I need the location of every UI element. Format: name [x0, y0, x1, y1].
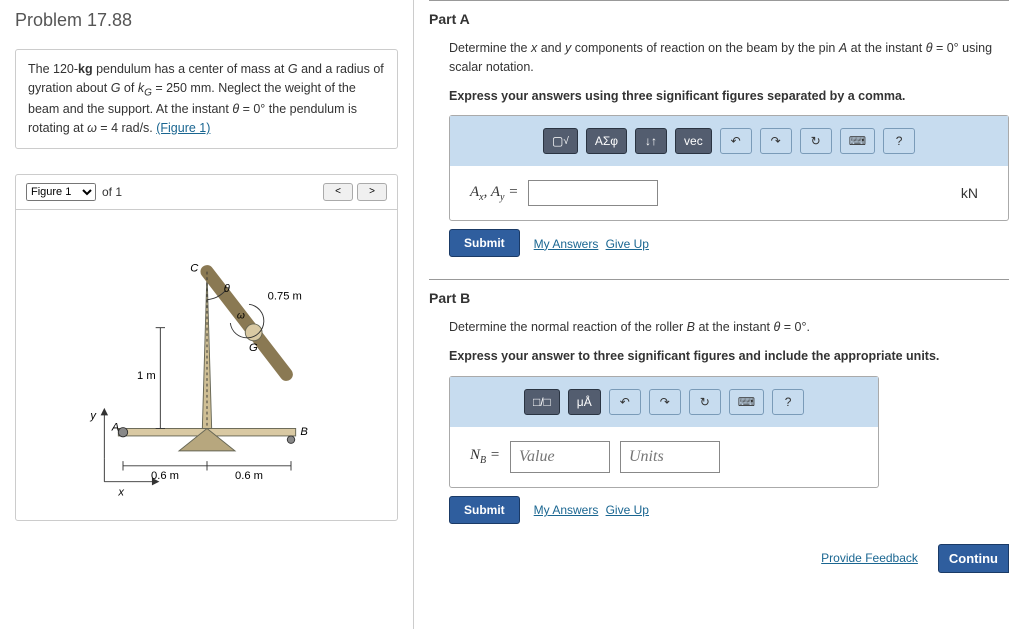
figure-diagram: y x A B: [67, 225, 347, 505]
keyboard-icon[interactable]: ⌨: [840, 128, 875, 154]
undo-icon[interactable]: ↶: [609, 389, 641, 415]
part-a-instruction: Express your answers using three signifi…: [429, 87, 1009, 106]
provide-feedback-link[interactable]: Provide Feedback: [821, 551, 918, 565]
figure-link[interactable]: (Figure 1): [156, 121, 210, 135]
help-icon[interactable]: ?: [772, 389, 804, 415]
part-a-toolbar: ▢√ ΑΣφ ↓↑ vec ↶ ↷ ↻ ⌨ ?: [450, 116, 1008, 166]
figure-prev-button[interactable]: <: [323, 183, 353, 201]
svg-text:B: B: [300, 426, 308, 438]
svg-text:0.6 m: 0.6 m: [151, 470, 179, 482]
continue-button[interactable]: Continu: [938, 544, 1009, 573]
part-b-var-label: NB =: [470, 447, 500, 466]
svg-text:x: x: [117, 486, 124, 498]
part-a-submit-button[interactable]: Submit: [449, 229, 520, 257]
part-a-prompt: Determine the x and y components of reac…: [429, 39, 1009, 77]
tool-vec-icon[interactable]: vec: [675, 128, 712, 154]
part-b-value-input[interactable]: [510, 441, 610, 473]
svg-text:y: y: [89, 410, 97, 422]
tool-units-icon[interactable]: μÅ: [568, 389, 601, 415]
my-answers-link[interactable]: My Answers: [534, 237, 599, 251]
svg-text:θ: θ: [223, 283, 229, 295]
figure-selector[interactable]: Figure 1: [26, 183, 96, 201]
part-b-instruction: Express your answer to three significant…: [429, 347, 1009, 366]
part-a-answer-panel: ▢√ ΑΣφ ↓↑ vec ↶ ↷ ↻ ⌨ ? Ax, Ay = kN: [449, 115, 1009, 221]
give-up-link[interactable]: Give Up: [606, 237, 649, 251]
svg-text:0.75 m: 0.75 m: [267, 290, 301, 302]
svg-text:ω: ω: [236, 310, 244, 321]
part-a-input[interactable]: [528, 180, 658, 206]
svg-text:A: A: [110, 421, 118, 433]
part-b-answer-panel: □/□ μÅ ↶ ↷ ↻ ⌨ ? NB =: [449, 376, 879, 488]
redo-icon[interactable]: ↷: [649, 389, 681, 415]
undo-icon[interactable]: ↶: [720, 128, 752, 154]
tool-fraction-icon[interactable]: □/□: [524, 389, 560, 415]
tool-greek-icon[interactable]: ΑΣφ: [586, 128, 627, 154]
reset-icon[interactable]: ↻: [689, 389, 721, 415]
help-icon[interactable]: ?: [883, 128, 915, 154]
part-b-units-input[interactable]: [620, 441, 720, 473]
part-a-unit: kN: [961, 185, 978, 201]
give-up-link-b[interactable]: Give Up: [606, 503, 649, 517]
svg-text:1 m: 1 m: [137, 370, 156, 382]
redo-icon[interactable]: ↷: [760, 128, 792, 154]
keyboard-icon[interactable]: ⌨: [729, 389, 764, 415]
my-answers-link-b[interactable]: My Answers: [534, 503, 599, 517]
part-b-submit-button[interactable]: Submit: [449, 496, 520, 524]
figure-count: of 1: [102, 185, 122, 199]
svg-text:G: G: [249, 342, 258, 354]
figure-next-button[interactable]: >: [357, 183, 387, 201]
part-b-toolbar: □/□ μÅ ↶ ↷ ↻ ⌨ ?: [450, 377, 878, 427]
tool-template-icon[interactable]: ▢√: [543, 128, 578, 154]
part-a-label: Part A: [429, 11, 1009, 27]
svg-text:0.6 m: 0.6 m: [235, 470, 263, 482]
problem-title: Problem 17.88: [15, 10, 398, 31]
part-b-prompt: Determine the normal reaction of the rol…: [429, 318, 1009, 337]
problem-statement: The 120-kg pendulum has a center of mass…: [15, 49, 398, 149]
part-a-var-label: Ax, Ay =: [470, 184, 518, 203]
reset-icon[interactable]: ↻: [800, 128, 832, 154]
part-b-label: Part B: [429, 290, 1009, 306]
svg-text:C: C: [190, 262, 199, 274]
figure-panel: Figure 1 of 1 < > y x: [15, 174, 398, 521]
tool-subscript-icon[interactable]: ↓↑: [635, 128, 667, 154]
